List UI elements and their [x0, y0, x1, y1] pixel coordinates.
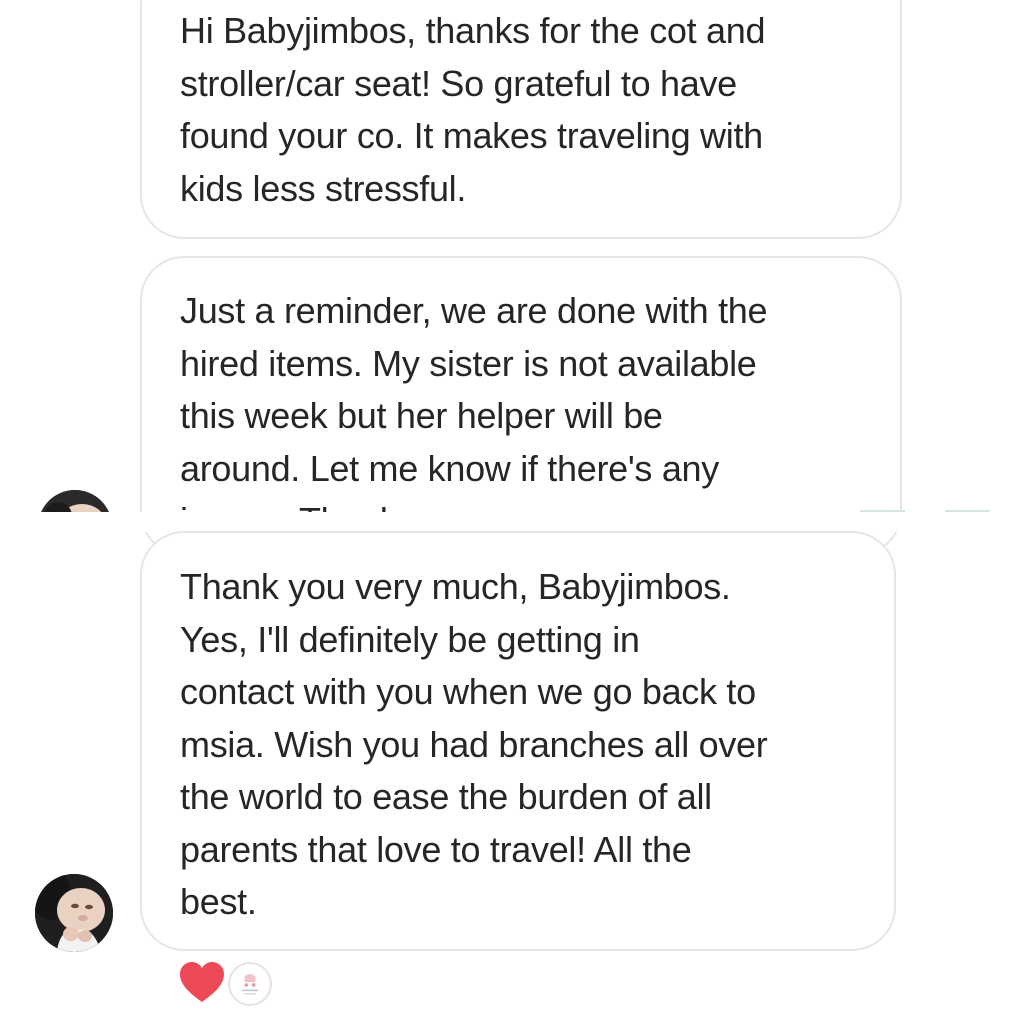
baby-photo-icon — [38, 490, 112, 512]
message-bubble[interactable]: Thank you very much, Babyjimbos. Yes, I'… — [140, 531, 896, 951]
heart-shape — [180, 962, 224, 1002]
heart-icon — [180, 962, 224, 1002]
avatar[interactable] — [38, 490, 112, 512]
message-bubble[interactable]: Hi Babyjimbos, thanks for the cot and st… — [140, 0, 902, 239]
divider — [860, 510, 905, 512]
babyjimbos-logo-icon — [231, 965, 269, 1003]
message-text: Hi Babyjimbos, thanks for the cot and st… — [180, 10, 766, 209]
sender-avatar[interactable] — [35, 874, 113, 952]
message-text: Thank you very much, Babyjimbos. Yes, I'… — [180, 566, 768, 922]
screenshot-seam — [0, 512, 1024, 532]
reactor-avatar[interactable] — [228, 962, 272, 1006]
message-bubble[interactable]: Just a reminder, we are done with the hi… — [140, 256, 902, 556]
heart-reaction-icon[interactable] — [178, 960, 226, 1004]
baby-photo-icon — [35, 874, 113, 952]
message-text: Just a reminder, we are done with the hi… — [180, 290, 768, 541]
divider — [945, 510, 990, 512]
